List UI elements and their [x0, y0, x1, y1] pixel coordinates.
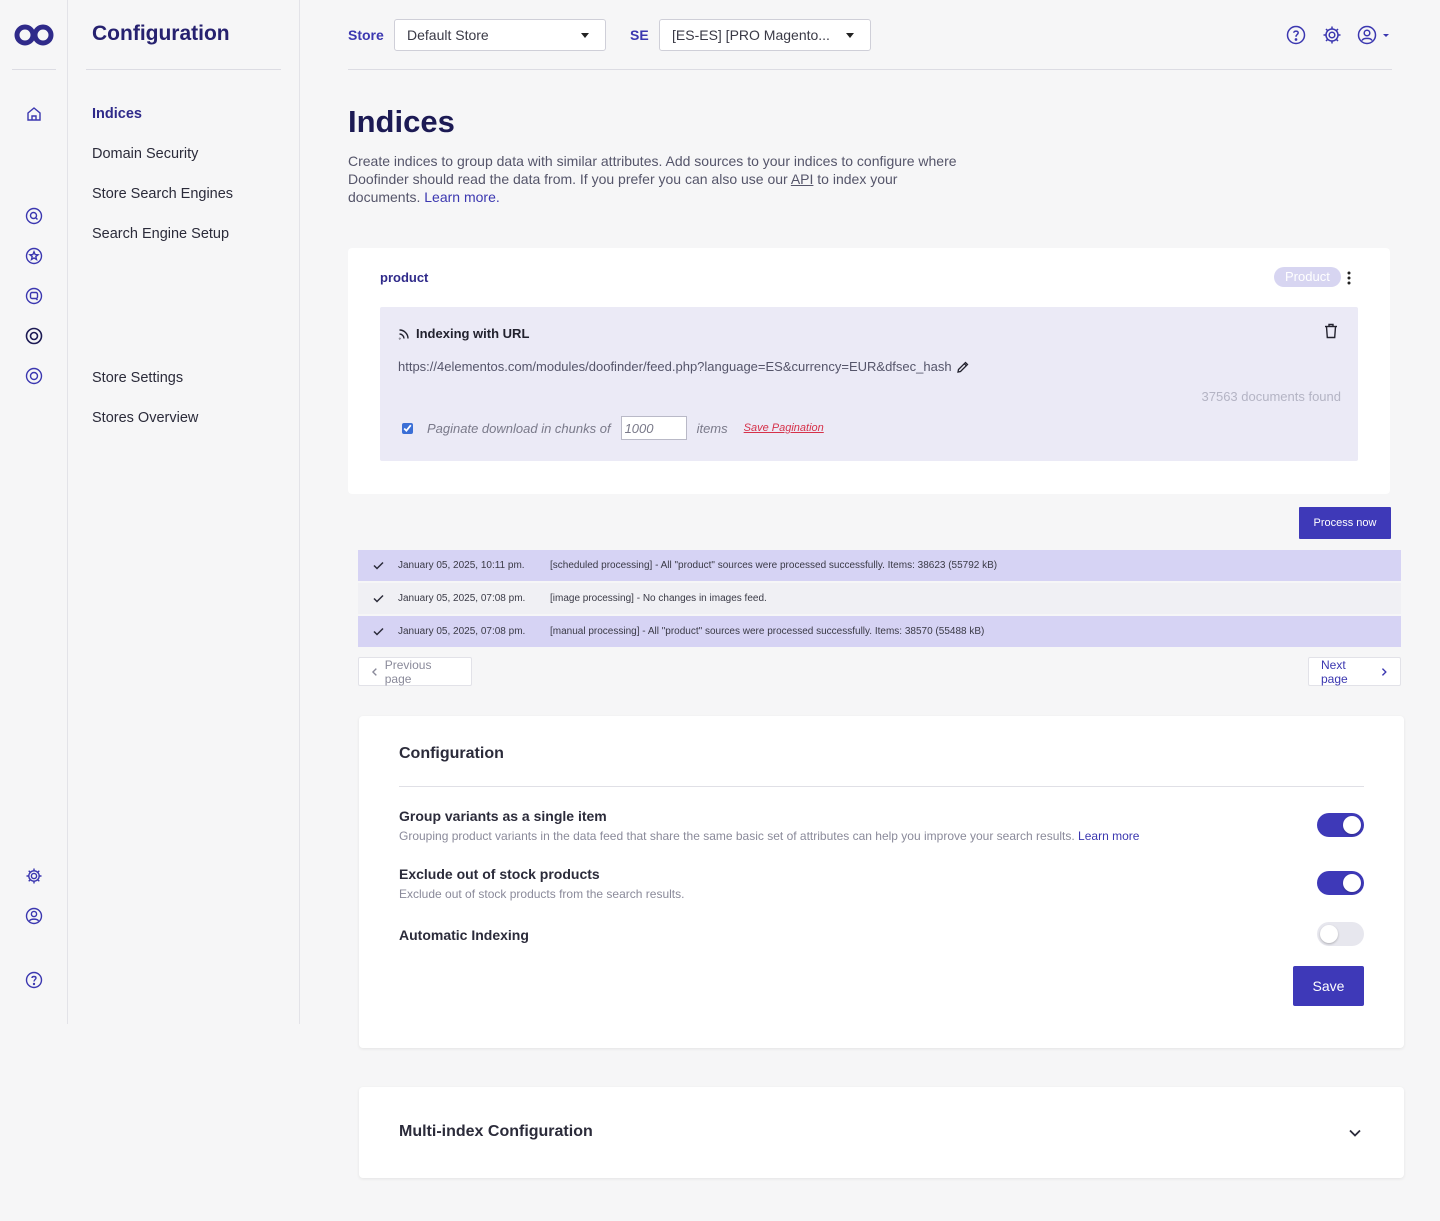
- configuration-title: Configuration: [399, 745, 504, 762]
- sidebar-item-domain-security[interactable]: Domain Security: [92, 146, 198, 162]
- documents-found: 37563 documents found: [1201, 389, 1342, 404]
- sidebar-item-indices[interactable]: Indices: [92, 106, 142, 122]
- api-link[interactable]: API: [791, 171, 814, 187]
- gear-icon[interactable]: [1321, 24, 1343, 46]
- toggle-knob: [1343, 874, 1361, 892]
- chevron-down-icon: [846, 33, 854, 38]
- log-date: January 05, 2025, 10:11 pm.: [398, 560, 525, 571]
- source-panel: Indexing with URL https://4elementos.com…: [380, 307, 1358, 461]
- group-variants-description: Grouping product variants in the data fe…: [399, 829, 1139, 843]
- store-label: Store: [348, 27, 384, 43]
- next-page-label: Next page: [1321, 657, 1348, 686]
- target-icon[interactable]: [22, 324, 46, 348]
- trash-icon[interactable]: [1324, 323, 1340, 341]
- top-bar: Store Default Store SE [ES-ES] [PRO Mage…: [348, 0, 1392, 70]
- se-label: SE: [630, 27, 649, 43]
- chevron-left-icon: [371, 667, 377, 676]
- store-select-value: Default Store: [407, 27, 489, 43]
- log-row: January 05, 2025, 10:11 pm. [scheduled p…: [358, 550, 1401, 581]
- icon-rail: [0, 0, 68, 1024]
- toggle-knob: [1343, 816, 1361, 834]
- user-icon[interactable]: [22, 904, 46, 928]
- source-url-text: https://4elementos.com/modules/doofinder…: [398, 359, 952, 374]
- pencil-icon[interactable]: [956, 360, 970, 374]
- automatic-indexing-toggle[interactable]: [1317, 922, 1364, 946]
- log-date: January 05, 2025, 07:08 pm.: [398, 593, 526, 604]
- doofinder-logo[interactable]: [14, 22, 54, 48]
- home-icon[interactable]: [22, 102, 46, 126]
- source-title: Indexing with URL: [398, 326, 529, 341]
- sidebar-item-stores-overview[interactable]: Stores Overview: [92, 410, 198, 426]
- rail-divider: [12, 69, 56, 70]
- gear-icon[interactable]: [22, 864, 46, 888]
- paginate-checkbox[interactable]: [402, 422, 413, 434]
- save-button[interactable]: Save: [1293, 966, 1364, 1006]
- log-row: January 05, 2025, 07:08 pm. [image proce…: [358, 583, 1401, 614]
- chunk-size-input[interactable]: [620, 416, 687, 440]
- sidebar-divider: [86, 69, 281, 70]
- next-page-button[interactable]: Next page: [1308, 657, 1401, 686]
- multi-index-card[interactable]: Multi-index Configuration: [359, 1087, 1404, 1178]
- sidebar-item-store-search-engines[interactable]: Store Search Engines: [92, 186, 233, 202]
- log-message: [image processing] - No changes in image…: [550, 593, 767, 604]
- store-select[interactable]: Default Store: [394, 19, 606, 51]
- exclude-out-of-stock-toggle[interactable]: [1317, 871, 1364, 895]
- process-now-button[interactable]: Process now: [1299, 507, 1391, 539]
- previous-page-button[interactable]: Previous page: [358, 657, 472, 686]
- previous-page-label: Previous page: [384, 657, 432, 686]
- config-sidebar: Configuration Indices Domain Security St…: [68, 0, 300, 1024]
- log-message: [manual processing] - All "product" sour…: [550, 626, 985, 637]
- group-variants-text: Grouping product variants in the data fe…: [399, 829, 1079, 843]
- search-engine-select[interactable]: [ES-ES] [PRO Magento...: [659, 19, 871, 51]
- page-description: Create indices to group data with simila…: [348, 152, 973, 206]
- group-variants-toggle[interactable]: [1317, 813, 1364, 837]
- target-icon[interactable]: [22, 364, 46, 388]
- learn-more-link[interactable]: Learn more: [1078, 829, 1139, 843]
- rss-icon: [398, 328, 409, 339]
- group-variants-title: Group variants as a single item: [399, 808, 607, 824]
- star-icon[interactable]: [22, 244, 46, 268]
- search-engine-select-value: [ES-ES] [PRO Magento...: [672, 27, 830, 43]
- chevron-down-icon[interactable]: [1348, 1125, 1362, 1143]
- check-icon: [358, 594, 398, 603]
- user-icon: [1357, 25, 1377, 45]
- multi-index-title: Multi-index Configuration: [399, 1123, 593, 1140]
- log-message: [scheduled processing] - All "product" s…: [550, 560, 998, 571]
- help-icon[interactable]: [1285, 24, 1307, 46]
- toggle-knob: [1320, 925, 1338, 943]
- sidebar-item-search-engine-setup[interactable]: Search Engine Setup: [92, 226, 229, 242]
- index-card: product Product Indexing with URL https:…: [348, 248, 1390, 494]
- help-icon[interactable]: [22, 968, 46, 992]
- sidebar-title: Configuration: [92, 22, 230, 45]
- processing-log: January 05, 2025, 10:11 pm. [scheduled p…: [358, 550, 1401, 649]
- configuration-card: Configuration Group variants as a single…: [359, 716, 1404, 1048]
- chevron-right-icon: [1382, 667, 1388, 676]
- chevron-down-icon: [1383, 34, 1389, 37]
- index-name: product: [380, 270, 429, 285]
- source-title-text: Indexing with URL: [416, 326, 530, 341]
- paginate-label: Paginate download in chunks of: [427, 420, 611, 436]
- sidebar-item-store-settings[interactable]: Store Settings: [92, 370, 183, 386]
- check-icon: [358, 627, 398, 636]
- log-row: January 05, 2025, 07:08 pm. [manual proc…: [358, 616, 1401, 647]
- log-date: January 05, 2025, 07:08 pm.: [398, 626, 526, 637]
- chevron-down-icon: [581, 33, 589, 38]
- automatic-indexing-title: Automatic Indexing: [399, 927, 529, 943]
- configuration-divider: [399, 786, 1364, 787]
- source-url: https://4elementos.com/modules/doofinder…: [398, 359, 970, 374]
- exclude-out-of-stock-description: Exclude out of stock products from the s…: [399, 887, 685, 901]
- check-icon: [358, 561, 398, 570]
- save-pagination-link[interactable]: Save Pagination: [744, 422, 824, 434]
- exclude-out-of-stock-title: Exclude out of stock products: [399, 866, 600, 882]
- more-vertical-icon[interactable]: [1343, 268, 1355, 288]
- paginate-unit: items: [696, 420, 728, 436]
- learn-more-link[interactable]: Learn more.: [424, 189, 499, 205]
- index-type-badge: Product: [1274, 267, 1341, 287]
- search-icon[interactable]: [22, 204, 46, 228]
- user-menu[interactable]: [1357, 24, 1393, 46]
- chat-icon[interactable]: [22, 284, 46, 308]
- page-title: Indices: [348, 104, 455, 139]
- paginate-row: Paginate download in chunks of items Sav…: [402, 416, 824, 440]
